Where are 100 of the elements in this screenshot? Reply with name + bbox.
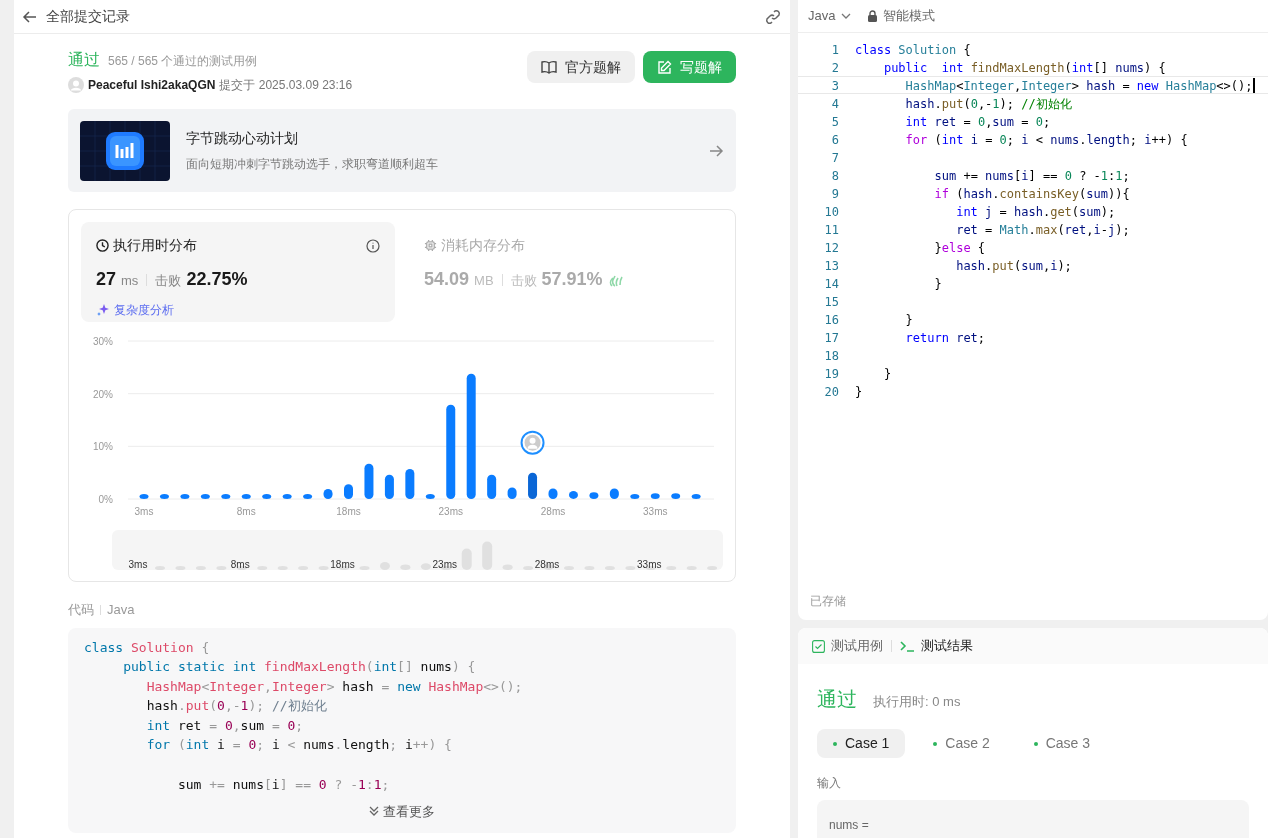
code-line: if (hash.containsKey(sum)){ xyxy=(933,186,1130,201)
page-title: 全部提交记录 xyxy=(46,7,130,26)
chart-bar xyxy=(282,494,292,499)
info-icon[interactable] xyxy=(366,238,380,253)
code-line: int ret = 0,sum = 0; xyxy=(145,716,305,735)
case-tab[interactable]: Case 2 xyxy=(917,729,1006,758)
result-status: 通过 xyxy=(817,687,857,712)
line-number: 1 xyxy=(830,42,839,57)
panel-tab[interactable]: 测试用例 xyxy=(812,636,883,656)
line-number: 11 xyxy=(823,222,839,237)
show-more-button[interactable]: 查看更多 xyxy=(368,801,435,821)
stat-unit: MB xyxy=(474,272,494,290)
input-label: 输入 xyxy=(817,775,842,792)
edit-icon xyxy=(657,59,672,75)
chart-bar xyxy=(671,493,681,499)
chart-bar xyxy=(630,494,640,499)
code-line: ret = Math.max(ret,i-j); xyxy=(955,222,1130,237)
line-number: 6 xyxy=(830,132,839,147)
double-chevron-icon xyxy=(368,805,380,818)
code-label: 代码 xyxy=(68,601,94,619)
line-number: 7 xyxy=(830,150,839,165)
navigator-label: 18ms xyxy=(330,559,355,570)
back-arrow-icon[interactable] xyxy=(22,8,38,25)
case-tab[interactable]: Case 1 xyxy=(817,729,906,758)
beats-label: 击败 xyxy=(510,272,537,290)
sparkle-icon xyxy=(96,303,110,317)
chart-bar xyxy=(589,492,599,499)
line-number: 8 xyxy=(830,168,839,183)
mode-label[interactable]: 智能模式 xyxy=(883,6,936,26)
avatar-icon xyxy=(68,77,84,93)
banner-subtitle: 面向短期冲刺字节跳动选手，求职弯道顺利超车 xyxy=(186,156,438,173)
axis-label: 23ms xyxy=(438,506,463,517)
lock-icon xyxy=(867,10,879,22)
stat-tab[interactable]: 执行用时分布 27 ms 击败 22.75% 复杂度分析 xyxy=(81,222,395,322)
chart-bar xyxy=(344,484,353,499)
line-number: 4 xyxy=(830,96,839,111)
language-select[interactable]: Java xyxy=(808,6,852,26)
stat-value: 27 xyxy=(96,268,117,291)
stat-unit: ms xyxy=(121,272,139,290)
complexity-link[interactable]: 复杂度分析 xyxy=(96,301,380,319)
code-line: hash.put(0,-1); //初始化 xyxy=(145,697,328,716)
line-number: 10 xyxy=(823,204,839,219)
chart-bar xyxy=(528,472,538,499)
status-text: 通过 xyxy=(68,50,100,70)
line-number: 13 xyxy=(823,258,839,273)
avatar-marker xyxy=(520,430,545,455)
checkbox-icon xyxy=(812,639,825,653)
stat-value: 54.09 xyxy=(424,268,470,291)
terminal-icon xyxy=(900,640,915,652)
chart-bar xyxy=(425,494,435,499)
line-number: 3 xyxy=(830,78,839,93)
code-line: hash.put(sum,i); xyxy=(955,258,1072,273)
user-name[interactable]: Peaceful Ishi2akaQGN xyxy=(88,76,216,94)
panel-tab[interactable]: 测试结果 xyxy=(900,636,973,656)
line-number: 17 xyxy=(823,330,839,345)
navigator-label: 33ms xyxy=(637,559,662,570)
chart-bar xyxy=(568,491,578,499)
chart-bar xyxy=(159,494,169,499)
line-number: 18 xyxy=(823,348,839,363)
chart-bar xyxy=(364,463,374,499)
chart-bar xyxy=(221,494,231,499)
line-number: 5 xyxy=(830,114,839,129)
navigator-label: 23ms xyxy=(432,559,457,570)
axis-label: 33ms xyxy=(643,506,668,517)
code-line: for (int i = 0; i < nums.length; i++) { xyxy=(904,132,1188,147)
beats-percent: 22.75% xyxy=(186,268,248,291)
line-number: 16 xyxy=(823,312,839,327)
banner-card[interactable]: 字节跳动心动计划 面向短期冲刺字节跳动选手，求职弯道顺利超车 xyxy=(68,109,736,192)
stat-title: 执行用时分布 xyxy=(113,236,197,255)
axis-label: 30% xyxy=(93,336,113,347)
code-line: return ret; xyxy=(904,330,986,345)
case-tab[interactable]: Case 3 xyxy=(1017,729,1107,758)
axis-label: 20% xyxy=(93,388,113,400)
link-icon[interactable] xyxy=(764,7,782,26)
arrow-right-icon[interactable] xyxy=(708,142,724,159)
beats-label: 击败 xyxy=(155,272,182,290)
solution-button[interactable]: 官方题解 xyxy=(527,51,635,83)
submit-time: 提交于 2025.03.09 23:16 xyxy=(219,77,353,94)
chart-bar xyxy=(180,494,190,499)
code-line: } xyxy=(933,276,942,291)
test-count: 565 / 565 个通过的测试用例 xyxy=(108,53,258,70)
banner-title: 字节跳动心动计划 xyxy=(186,129,299,148)
axis-label: 10% xyxy=(93,441,113,453)
input-name: nums = xyxy=(829,818,869,832)
code-line: int j = hash.get(sum); xyxy=(955,204,1116,219)
code-line: public static int findMaxLength(int[] nums) { xyxy=(122,658,477,677)
code-line: int ret = 0,sum = 0; xyxy=(904,114,1051,129)
text-cursor xyxy=(1252,77,1255,93)
code-line: class Solution { xyxy=(855,42,971,57)
code-line: hash.put(0,-1); //初始化 xyxy=(904,96,1072,111)
line-number: 12 xyxy=(823,240,839,255)
chart-bar xyxy=(650,493,660,499)
chart-bar xyxy=(548,488,558,499)
chart-bar xyxy=(384,474,394,499)
saved-status: 已存储 xyxy=(810,593,847,610)
code-line: } xyxy=(904,312,913,327)
chart-bar xyxy=(609,488,619,499)
chevron-down-icon xyxy=(841,11,852,21)
code-line: } xyxy=(882,366,892,381)
beats-percent: 57.91% xyxy=(541,268,603,291)
